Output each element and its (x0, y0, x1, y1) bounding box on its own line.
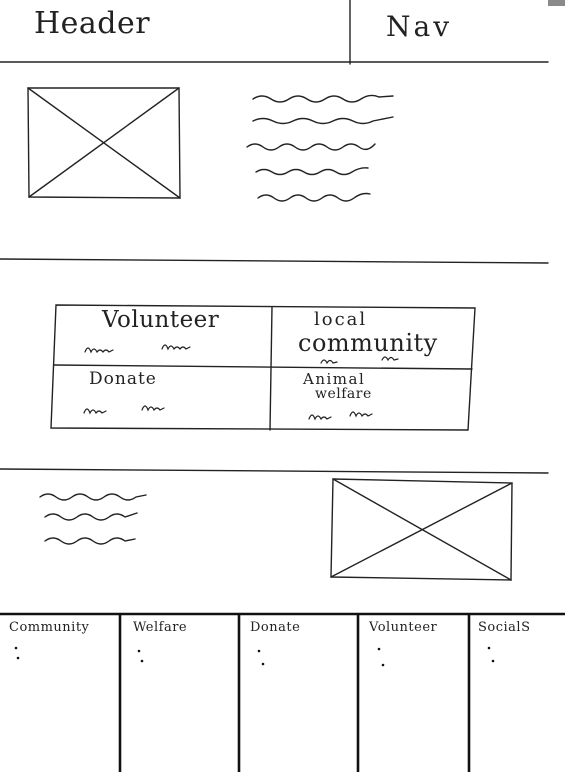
corner-mark (548, 0, 565, 6)
cell-volunteer-label[interactable]: Volunteer (102, 307, 219, 333)
cell-welfare-label[interactable]: welfare (315, 386, 372, 402)
footer-grid (0, 612, 565, 772)
nav-label[interactable]: Nav (386, 10, 452, 43)
feature-text-lines (39, 493, 147, 545)
cell-donate-label[interactable]: Donate (89, 369, 157, 389)
section-divider-1 (0, 258, 549, 264)
cell-community-label[interactable]: community (298, 329, 438, 357)
footer-community-label[interactable]: Community (9, 620, 89, 635)
footer-socials-label[interactable]: SocialS (478, 620, 531, 635)
footer-bullets (14, 646, 495, 667)
hero-image-placeholder (27, 87, 181, 199)
footer-welfare-label[interactable]: Welfare (133, 620, 187, 635)
footer-volunteer-label[interactable]: Volunteer (369, 620, 437, 635)
header-label: Header (34, 6, 151, 41)
section-divider-2 (0, 468, 549, 474)
feature-image-placeholder (330, 478, 513, 581)
wireframe-page: Header Nav Volunteer local community Don… (0, 0, 565, 772)
cell-local-label[interactable]: local (314, 309, 367, 330)
hero-text-lines (246, 94, 394, 202)
footer-donate-label[interactable]: Donate (250, 620, 300, 635)
wireframe-lines (0, 0, 565, 772)
